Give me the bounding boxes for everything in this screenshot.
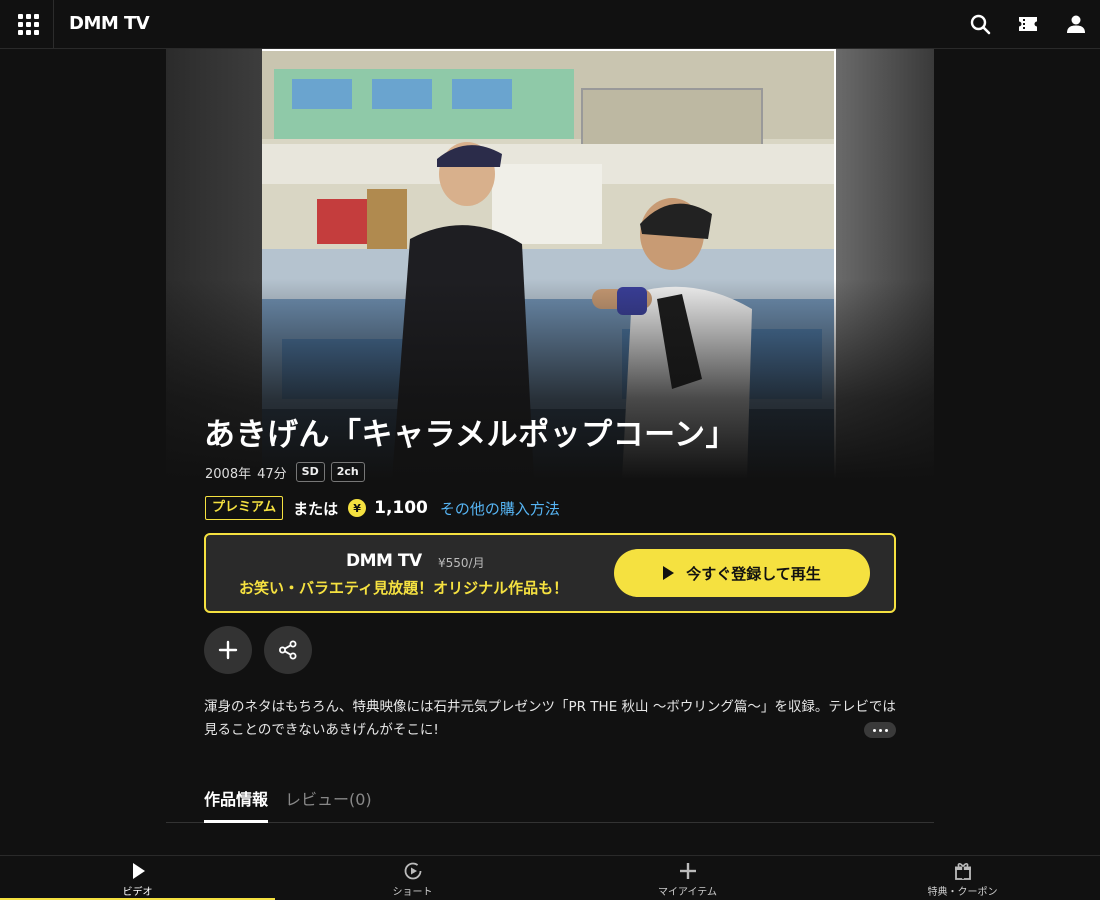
- play-icon: [663, 566, 675, 580]
- video-meta: 2008年 47分 SD 2ch: [205, 461, 365, 483]
- dot-icon: [872, 728, 876, 732]
- duration: 47分: [257, 466, 287, 482]
- user-icon[interactable]: [1064, 12, 1088, 36]
- subscribe-play-label: 今すぐ登録して再生: [686, 564, 821, 583]
- share-button[interactable]: [264, 626, 312, 674]
- or-label: または: [293, 499, 339, 518]
- nav-label-my-items: マイアイテム: [658, 887, 717, 898]
- nav-label-video: ビデオ: [122, 887, 153, 898]
- nav-item-short[interactable]: ショート: [275, 856, 550, 900]
- quality-badge: SD: [295, 462, 325, 482]
- price-value: 1,100: [374, 498, 428, 518]
- video-title: あきげん「キャラメルポップコーン」: [204, 417, 738, 453]
- ticket-icon[interactable]: [1016, 12, 1040, 36]
- short-icon: [404, 862, 421, 880]
- share-icon: [279, 640, 297, 660]
- nav-item-benefits-coupons[interactable]: 特典・クーポン: [825, 856, 1100, 900]
- plus-icon: [679, 863, 696, 879]
- add-to-list-button[interactable]: [204, 626, 252, 674]
- nav-label-short: ショート: [392, 887, 433, 898]
- promo-logo: DMM TV: [346, 551, 422, 571]
- play-icon: [132, 863, 145, 879]
- dot-icon: [878, 728, 882, 732]
- yen-coin-icon: ¥: [348, 499, 367, 517]
- search-icon[interactable]: [968, 12, 992, 36]
- content-tabs: 作品情報 レビュー(0): [166, 780, 934, 823]
- nav-item-video[interactable]: ビデオ: [0, 856, 275, 900]
- plus-icon: [218, 640, 238, 660]
- bottom-navigation: ビデオ ショート マイアイテム 特典・クーポン: [0, 855, 1100, 900]
- tab-reviews[interactable]: レビュー(0): [285, 786, 372, 810]
- logo[interactable]: DMM TV: [69, 13, 150, 35]
- nav-label-benefits-coupons: 特典・クーポン: [927, 887, 998, 898]
- more-options-button[interactable]: [864, 722, 896, 738]
- audio-badge: 2ch: [330, 462, 365, 482]
- release-year: 2008年: [205, 466, 252, 482]
- menu-grid-icon[interactable]: [18, 14, 39, 35]
- promo-monthly-price: ¥550/月: [438, 556, 485, 570]
- other-purchase-link[interactable]: その他の購入方法: [440, 498, 560, 519]
- price-row: プレミアム または ¥ 1,100 その他の購入方法: [205, 495, 560, 521]
- video-description: 渾身のネタはもちろん、特典映像には石井元気プレゼンツ「PR THE 秋山 ～ボウ…: [204, 699, 896, 738]
- subscription-promo: DMM TV ¥550/月 お笑い・バラエティ見放題！オリジナル作品も！ 今すぐ…: [204, 533, 896, 613]
- subscribe-play-button[interactable]: 今すぐ登録して再生: [614, 549, 870, 597]
- gift-icon: [954, 863, 971, 880]
- tab-work-info[interactable]: 作品情報: [204, 786, 268, 810]
- promo-tagline: お笑い・バラエティ見放題！オリジナル作品も！: [239, 579, 569, 597]
- top-header: DMM TV: [0, 0, 1100, 49]
- header-divider: [53, 0, 54, 48]
- nav-item-my-items[interactable]: マイアイテム: [550, 856, 825, 900]
- premium-badge: プレミアム: [205, 496, 284, 520]
- dot-icon: [884, 728, 888, 732]
- active-tab-indicator: [204, 820, 268, 823]
